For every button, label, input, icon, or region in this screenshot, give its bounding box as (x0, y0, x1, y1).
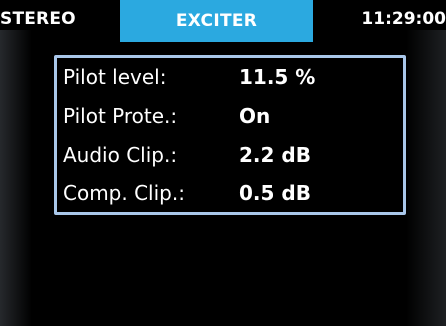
audio-clip-value: 2.2 dB (239, 143, 311, 167)
comp-clip-row: Comp. Clip.: 0.5 dB (63, 176, 393, 210)
audio-clip-label: Audio Clip.: (63, 143, 178, 167)
exciter-status-panel: Pilot level: 11.5 % Pilot Prote.: On Aud… (54, 55, 406, 215)
comp-clip-label: Comp. Clip.: (63, 181, 185, 205)
tab-exciter[interactable]: EXCITER (120, 0, 313, 42)
background-glow-right (406, 30, 446, 326)
comp-clip-value: 0.5 dB (239, 181, 311, 205)
pilot-protection-value: On (239, 104, 271, 128)
device-screen: STEREO EXCITER 11:29:00 Pilot level: 11.… (0, 0, 446, 326)
clock-time: 11:29:00 (361, 9, 446, 29)
pilot-level-label: Pilot level: (63, 65, 167, 89)
audio-clip-row: Audio Clip.: 2.2 dB (63, 138, 393, 172)
pilot-protection-label: Pilot Prote.: (63, 104, 178, 128)
pilot-level-row: Pilot level: 11.5 % (63, 60, 393, 94)
background-glow-left (0, 30, 32, 326)
pilot-protection-row: Pilot Prote.: On (63, 99, 393, 133)
stereo-mode-label: STEREO (0, 9, 76, 29)
status-bar: STEREO EXCITER 11:29:00 (0, 0, 446, 42)
pilot-level-value: 11.5 % (239, 65, 316, 89)
